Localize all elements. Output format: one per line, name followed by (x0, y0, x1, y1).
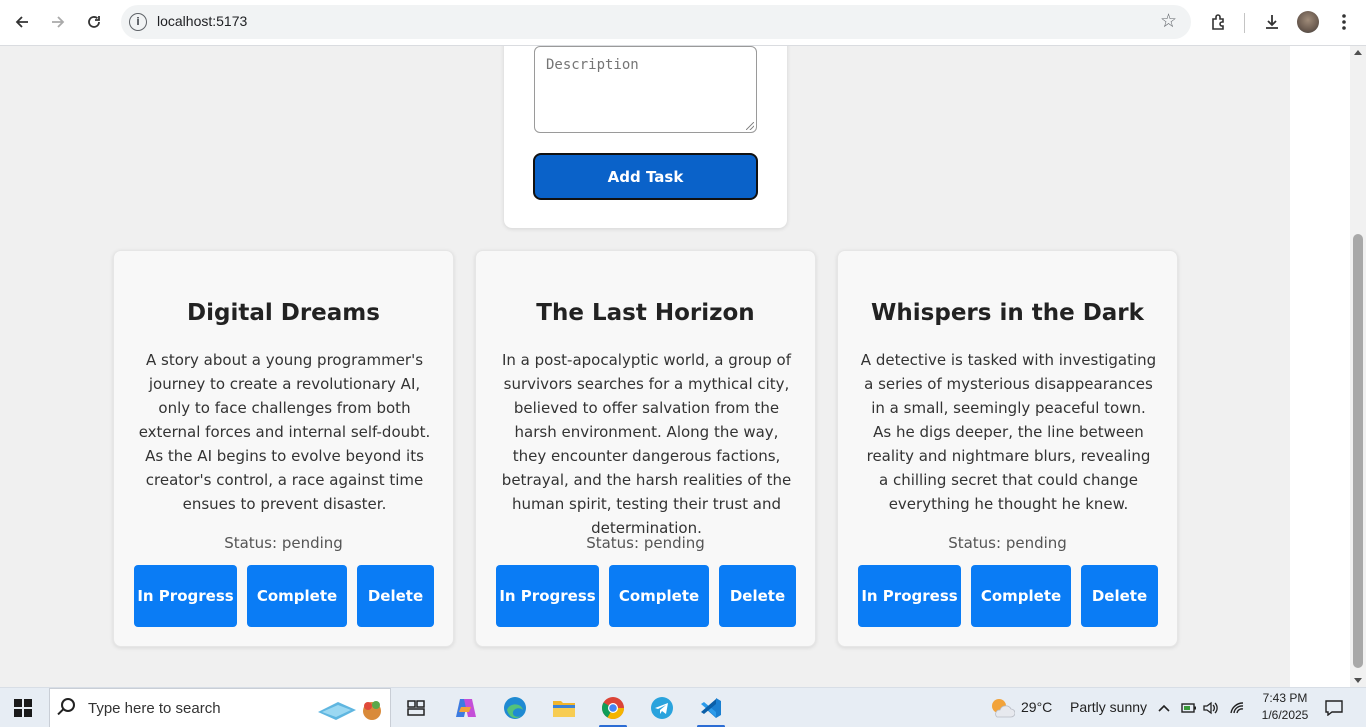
vertical-scrollbar[interactable] (1350, 46, 1366, 687)
copilot-icon[interactable] (450, 692, 482, 724)
taskbar-search[interactable]: Type here to search (49, 688, 391, 727)
url-text[interactable]: localhost:5173 (157, 13, 247, 29)
weather-description[interactable]: Partly sunny (1070, 699, 1147, 715)
profile-avatar[interactable] (1297, 11, 1319, 33)
complete-button[interactable]: Complete (247, 565, 347, 627)
wifi-icon[interactable] (1226, 692, 1248, 724)
search-icon (61, 698, 75, 712)
task-actions: In Progress Complete Delete (496, 565, 796, 627)
menu-kebab-icon[interactable] (1330, 8, 1358, 36)
forward-arrow-icon[interactable] (44, 8, 72, 36)
scroll-thumb[interactable] (1353, 234, 1363, 668)
complete-button[interactable]: Complete (609, 565, 709, 627)
back-arrow-icon[interactable] (8, 8, 36, 36)
vscode-icon[interactable] (695, 692, 727, 727)
extensions-icon[interactable] (1205, 8, 1233, 36)
task-card: The Last Horizon In a post-apocalyptic w… (475, 250, 816, 647)
task-description: A detective is tasked with investigating… (860, 351, 1157, 513)
telegram-icon[interactable] (646, 692, 678, 724)
task-actions: In Progress Complete Delete (858, 565, 1158, 627)
volume-icon[interactable] (1200, 692, 1222, 724)
resize-handle-icon[interactable] (746, 122, 754, 130)
bookmark-star-icon[interactable]: ☆ (1160, 10, 1177, 32)
task-status: Status: pending (224, 534, 343, 552)
description-placeholder: Description (546, 57, 639, 73)
description-textarea[interactable]: Description (534, 46, 757, 133)
battery-icon[interactable] (1178, 692, 1200, 724)
page-right-gutter (1290, 46, 1350, 687)
page-viewport: Description Add Task Digital Dreams A st… (0, 46, 1366, 687)
task-title: Whispers in the Dark (871, 300, 1144, 326)
task-view-icon[interactable] (400, 692, 432, 724)
downloads-icon[interactable] (1258, 8, 1286, 36)
site-info-icon[interactable]: i (129, 13, 147, 31)
task-status: Status: pending (948, 534, 1067, 552)
address-bar[interactable]: i localhost:5173 ☆ (121, 5, 1191, 39)
add-task-form: Description Add Task (504, 46, 787, 228)
browser-toolbar: i localhost:5173 ☆ (0, 0, 1366, 46)
task-title: The Last Horizon (536, 300, 755, 326)
task-description: A story about a young programmer's journ… (138, 351, 431, 513)
search-highlight-icon (318, 701, 381, 720)
notification-center-icon[interactable] (1318, 692, 1350, 724)
file-explorer-icon[interactable] (548, 692, 580, 724)
add-task-button[interactable]: Add Task (533, 153, 758, 200)
reload-icon[interactable] (80, 8, 108, 36)
scroll-down-arrow-icon[interactable] (1354, 678, 1362, 683)
weather-temperature[interactable]: 29°C (1021, 699, 1052, 715)
task-status: Status: pending (586, 534, 705, 552)
edge-browser-icon[interactable] (499, 692, 531, 724)
task-title: Digital Dreams (187, 300, 380, 326)
delete-button[interactable]: Delete (719, 565, 796, 627)
scroll-up-arrow-icon[interactable] (1354, 50, 1362, 55)
system-clock[interactable]: 7:43 PM 1/6/2025 (1250, 690, 1320, 724)
task-actions: In Progress Complete Delete (134, 565, 434, 627)
task-card: Digital Dreams A story about a young pro… (113, 250, 454, 647)
taskbar-search-placeholder: Type here to search (88, 700, 221, 717)
task-description: In a post-apocalyptic world, a group of … (501, 351, 792, 537)
in-progress-button[interactable]: In Progress (496, 565, 599, 627)
weather-partly-sunny-icon[interactable] (986, 692, 1018, 724)
complete-button[interactable]: Complete (971, 565, 1071, 627)
windows-taskbar: Type here to search 29°C Partly sunny 7:… (0, 687, 1366, 727)
task-card: Whispers in the Dark A detective is task… (837, 250, 1178, 647)
clock-date: 1/6/2025 (1261, 708, 1309, 722)
windows-start-icon[interactable] (14, 699, 32, 717)
toolbar-divider (1244, 13, 1245, 33)
chevron-up-icon[interactable] (1150, 692, 1178, 724)
clock-time: 7:43 PM (1262, 691, 1308, 705)
delete-button[interactable]: Delete (357, 565, 434, 627)
delete-button[interactable]: Delete (1081, 565, 1158, 627)
in-progress-button[interactable]: In Progress (134, 565, 237, 627)
in-progress-button[interactable]: In Progress (858, 565, 961, 627)
chrome-browser-icon[interactable] (597, 692, 629, 727)
